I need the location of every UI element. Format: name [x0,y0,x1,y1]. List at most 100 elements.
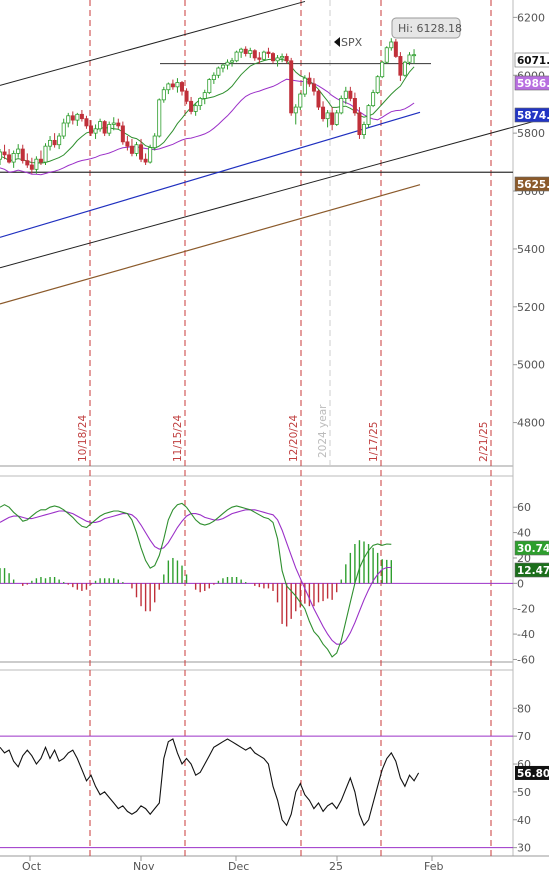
y-tick-label: 60 [517,501,531,514]
osc-slow-line [0,509,392,645]
x-tick-label: Oct [22,860,42,873]
candle-body [66,115,71,124]
candle-body [102,121,107,134]
candle-body [334,112,339,125]
candle-body [152,135,157,149]
candle-body [25,160,30,166]
y-tick-label: 5200 [517,301,545,314]
y-tick-label: 5400 [517,243,545,256]
ma-mid-tag: 5874.7 [517,110,549,122]
x-tick-label: Feb [424,860,443,873]
channel-lower [0,116,549,269]
osc-fast-tag: 30.747 [517,543,549,555]
candle-body [280,56,285,59]
candle-body [125,141,130,147]
candle-body [161,89,166,101]
candle-body [57,135,62,146]
y-tick-label: 0 [517,577,524,590]
candle-body [7,154,12,163]
y-tick-label: 4800 [517,417,545,430]
candle-body [270,53,275,62]
candle-body [34,158,39,170]
candle-body [75,113,80,121]
candle-body [311,83,316,92]
candle-body [398,56,403,76]
y-tick-label: 5800 [517,127,545,140]
candle-body [348,90,353,99]
candle-body [148,147,153,163]
y-tick-label: 6200 [517,11,545,24]
y-tick-label: 30 [517,842,531,855]
candle-body [307,77,312,85]
candle-body [234,51,239,62]
rsi-last-tag: 56.806 [517,768,549,780]
candle-body [412,54,417,57]
candle-body [375,76,380,94]
candle-body [275,57,280,62]
channel-upper [0,0,306,86]
y-tick-label: -20 [517,603,535,616]
candle-body [261,51,266,60]
candle-body [284,56,289,62]
event-line-label: 1/17/25 [368,422,380,462]
candle-body [248,50,253,54]
osc-slow-tag: 12.474 [517,565,549,577]
candle-body [361,124,366,135]
event-line-label: 10/18/24 [77,415,89,462]
y-tick-label: -60 [517,653,535,666]
candle-body [339,98,344,114]
candle-body [48,139,53,147]
ma-long-tag: 5625.0 [517,179,549,191]
candle-body [302,77,307,95]
candle-body [84,118,89,127]
candle-body [79,113,84,120]
candle-body [207,79,212,94]
y-tick-label: 40 [517,814,531,827]
chart-root: 48005000520054005600580060006200-60-40-2… [0,0,549,876]
candle-body [98,121,103,130]
candle-body [407,54,412,63]
candle-body [298,93,303,108]
candle-body [266,51,271,54]
candle-body [343,90,348,99]
candle-body [179,82,184,92]
candle-body [316,90,321,108]
candle-body [352,98,357,114]
candle-body [216,67,221,76]
candle-body [366,105,371,125]
y-tick-label: 70 [517,730,531,743]
y-tick-label: 80 [517,702,531,715]
candle-body [198,98,203,107]
event-line-label: 12/20/24 [288,415,300,462]
candle-body [170,83,175,88]
candle-body [89,125,94,134]
y-tick-label: 50 [517,786,531,799]
candle-body [393,41,398,57]
candle-body [243,48,248,54]
candle-body [384,47,389,63]
candle-body [29,164,34,170]
ma-short-tag: 5986.7 [517,78,549,90]
candle-body [16,148,21,154]
rsi-line [0,738,420,827]
candle-body [257,57,262,60]
x-tick-label: 25 [329,860,343,873]
chart-canvas: 48005000520054005600580060006200-60-40-2… [0,0,549,873]
x-tick-label: Dec [228,860,249,873]
candle-body [11,153,16,163]
event-line-label: 11/15/24 [172,415,184,462]
ma-short-line [0,58,415,164]
price-last-tag: 6071.1 [517,55,549,67]
candle-body [120,125,125,143]
candle-body [293,106,298,114]
y-tick-label: 5000 [517,359,545,372]
candle-body [357,112,362,135]
candle-body [230,60,235,63]
candle-body [52,139,57,146]
candle-body [157,99,162,137]
candle-body [220,64,225,69]
candle-body [330,112,335,125]
candle-body [175,82,180,88]
candle-body [134,144,139,154]
year-line-label: 2024 year [317,404,329,458]
